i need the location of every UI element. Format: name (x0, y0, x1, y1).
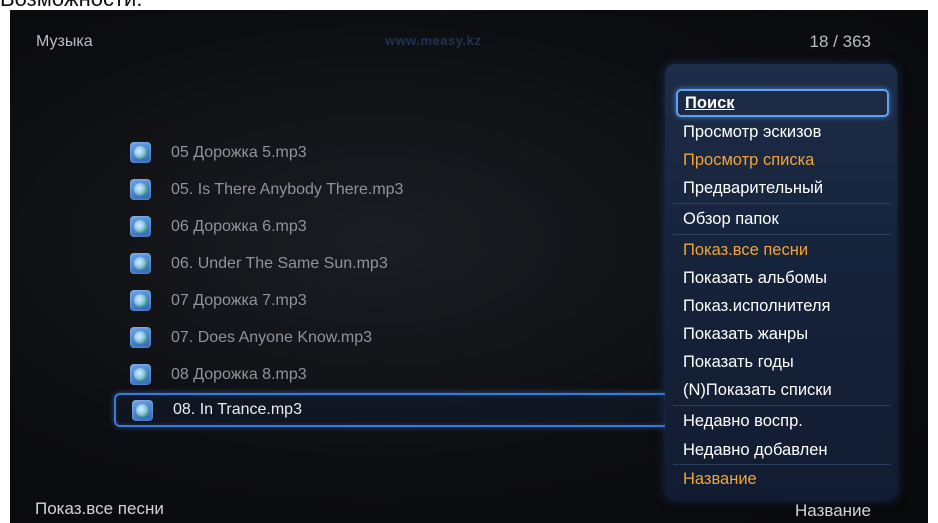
file-name: 05. Is There Anybody There.mp3 (171, 180, 404, 198)
menu-divider (673, 405, 891, 406)
menu-divider (673, 464, 891, 465)
file-name: 07. Does Anyone Know.mp3 (171, 328, 373, 346)
file-row[interactable]: 07 Дорожка 7.mp3 (114, 282, 674, 319)
music-file-icon (130, 253, 151, 274)
menu-item-browse-folders[interactable]: Обзор папок (683, 207, 891, 231)
file-row[interactable]: 05 Дорожка 5.mp3 (114, 134, 674, 171)
music-file-icon (130, 179, 151, 200)
item-counter: 18 / 363 (809, 32, 871, 51)
music-file-icon (130, 327, 151, 348)
menu-item-preview[interactable]: Предварительный (683, 176, 891, 200)
footer-sort-label: Название (795, 501, 871, 520)
music-file-icon (132, 399, 153, 421)
menu-item-thumbnails[interactable]: Просмотр эскизов (683, 120, 891, 144)
menu-divider (673, 203, 891, 204)
file-row[interactable]: 08 Дорожка 8.mp3 (114, 356, 674, 393)
menu-item-search[interactable]: Поиск (676, 89, 889, 117)
file-row[interactable]: 06. Under The Same Sun.mp3 (114, 245, 674, 282)
menu-item-title-sort[interactable]: Название (683, 467, 891, 491)
footer-mode-label: Показ.все песни (35, 499, 164, 518)
menu-item-recently-played[interactable]: Недавно воспр. (683, 409, 891, 433)
watermark: www.measy.kz (385, 33, 482, 48)
music-file-icon (130, 216, 151, 237)
music-file-icon (130, 364, 151, 385)
file-row[interactable]: 06 Дорожка 6.mp3 (114, 208, 674, 245)
menu-item-recently-added[interactable]: Недавно добавлен (683, 438, 891, 462)
menu-item-albums[interactable]: Показать альбомы (683, 266, 891, 290)
menu-item-years[interactable]: Показать годы (683, 350, 891, 374)
menu-item-list-view[interactable]: Просмотр списка (683, 148, 891, 172)
menu-item-all-songs[interactable]: Показ.все песни (683, 238, 891, 262)
file-name: 08 Дорожка 8.mp3 (171, 365, 307, 383)
tv-screen: Музыка www.measy.kz 18 / 363 05 Дорожка … (10, 10, 928, 523)
file-name: 07 Дорожка 7.mp3 (171, 291, 307, 309)
menu-item-artists[interactable]: Показ.исполнителя (683, 294, 891, 318)
file-row-selected[interactable]: 08. In Trance.mp3 (114, 393, 669, 427)
file-row[interactable]: 05. Is There Anybody There.mp3 (114, 171, 674, 208)
music-file-icon (130, 290, 151, 311)
file-name: 06 Дорожка 6.mp3 (171, 217, 307, 235)
menu-item-label: Поиск (685, 94, 735, 112)
options-menu: Поиск Просмотр эскизов Просмотр списка П… (665, 64, 897, 500)
file-list: 05 Дорожка 5.mp3 05. Is There Anybody Th… (114, 134, 674, 427)
menu-divider (673, 234, 891, 235)
menu-item-genres[interactable]: Показать жанры (683, 322, 891, 346)
menu-item-playlists[interactable]: (N)Показать списки (683, 378, 891, 402)
file-name: 08. In Trance.mp3 (173, 401, 302, 418)
section-title: Музыка (36, 33, 93, 50)
file-row[interactable]: 07. Does Anyone Know.mp3 (114, 319, 674, 356)
file-name: 05 Дорожка 5.mp3 (171, 143, 307, 161)
file-name: 06. Under The Same Sun.mp3 (171, 254, 388, 272)
music-file-icon (130, 142, 151, 163)
